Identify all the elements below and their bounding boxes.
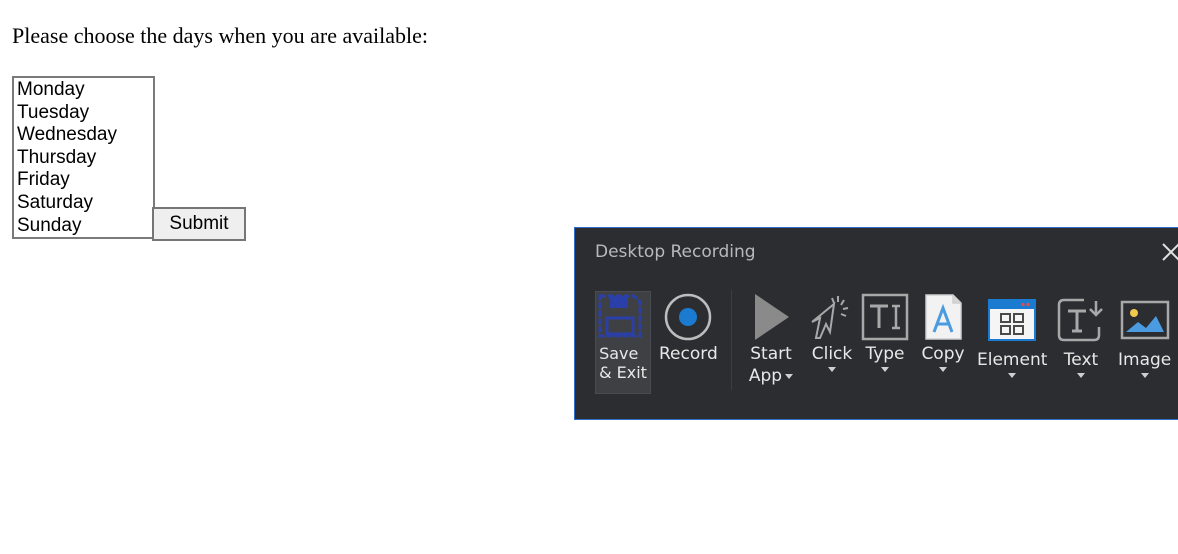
day-option-tuesday[interactable]: Tuesday bbox=[17, 102, 153, 125]
type-label: Type bbox=[865, 344, 905, 364]
submit-button[interactable]: Submit bbox=[152, 207, 246, 241]
chevron-down-icon bbox=[785, 373, 794, 379]
availability-prompt: Please choose the days when you are avai… bbox=[12, 23, 429, 48]
window-element-icon bbox=[986, 291, 1038, 349]
text-action-icon bbox=[1055, 291, 1107, 349]
chevron-down-icon bbox=[1077, 373, 1085, 378]
click-label: Click bbox=[811, 344, 853, 364]
start-app-button[interactable]: Start App bbox=[745, 291, 797, 387]
chevron-down-icon bbox=[828, 367, 836, 372]
chevron-down-icon bbox=[1008, 373, 1017, 378]
start-app-label: Start App bbox=[748, 344, 794, 386]
record-icon bbox=[662, 291, 714, 343]
close-icon bbox=[1162, 243, 1178, 261]
image-label: Image bbox=[1118, 350, 1172, 370]
element-button[interactable]: Element bbox=[977, 291, 1047, 378]
toolbar-separator bbox=[731, 290, 732, 390]
element-label: Element bbox=[977, 350, 1048, 370]
text-input-icon bbox=[859, 291, 911, 343]
floppy-disk-icon bbox=[596, 292, 650, 344]
day-option-monday[interactable]: Monday bbox=[17, 79, 153, 102]
copy-text-icon bbox=[917, 291, 969, 343]
image-button[interactable]: Image bbox=[1118, 291, 1171, 378]
play-icon bbox=[745, 291, 797, 343]
type-button[interactable]: Type bbox=[859, 291, 911, 372]
text-button[interactable]: Text bbox=[1055, 291, 1107, 378]
chevron-down-icon bbox=[1140, 373, 1149, 378]
close-button[interactable] bbox=[1159, 240, 1178, 264]
chevron-down-icon bbox=[881, 367, 889, 372]
days-listbox[interactable]: Monday Tuesday Wednesday Thursday Friday… bbox=[12, 76, 155, 239]
panel-title: Desktop Recording bbox=[595, 242, 756, 262]
copy-button[interactable]: Copy bbox=[917, 291, 969, 372]
record-button[interactable]: Record bbox=[659, 291, 718, 365]
copy-label: Copy bbox=[921, 344, 965, 364]
day-option-friday[interactable]: Friday bbox=[17, 169, 153, 192]
desktop-recording-panel: Desktop Recording Save & Exit Record Sta… bbox=[574, 227, 1178, 420]
day-option-sunday[interactable]: Sunday bbox=[17, 215, 153, 237]
save-exit-label: Save & Exit bbox=[599, 344, 647, 382]
day-option-thursday[interactable]: Thursday bbox=[17, 147, 153, 170]
click-button[interactable]: Click bbox=[806, 291, 858, 372]
day-option-saturday[interactable]: Saturday bbox=[17, 192, 153, 215]
text-label: Text bbox=[1063, 350, 1099, 370]
record-label: Record bbox=[659, 344, 718, 364]
image-icon bbox=[1119, 291, 1171, 349]
day-option-wednesday[interactable]: Wednesday bbox=[17, 124, 153, 147]
cursor-click-icon bbox=[806, 291, 858, 343]
chevron-down-icon bbox=[939, 367, 947, 372]
save-exit-button[interactable]: Save & Exit bbox=[595, 291, 651, 394]
